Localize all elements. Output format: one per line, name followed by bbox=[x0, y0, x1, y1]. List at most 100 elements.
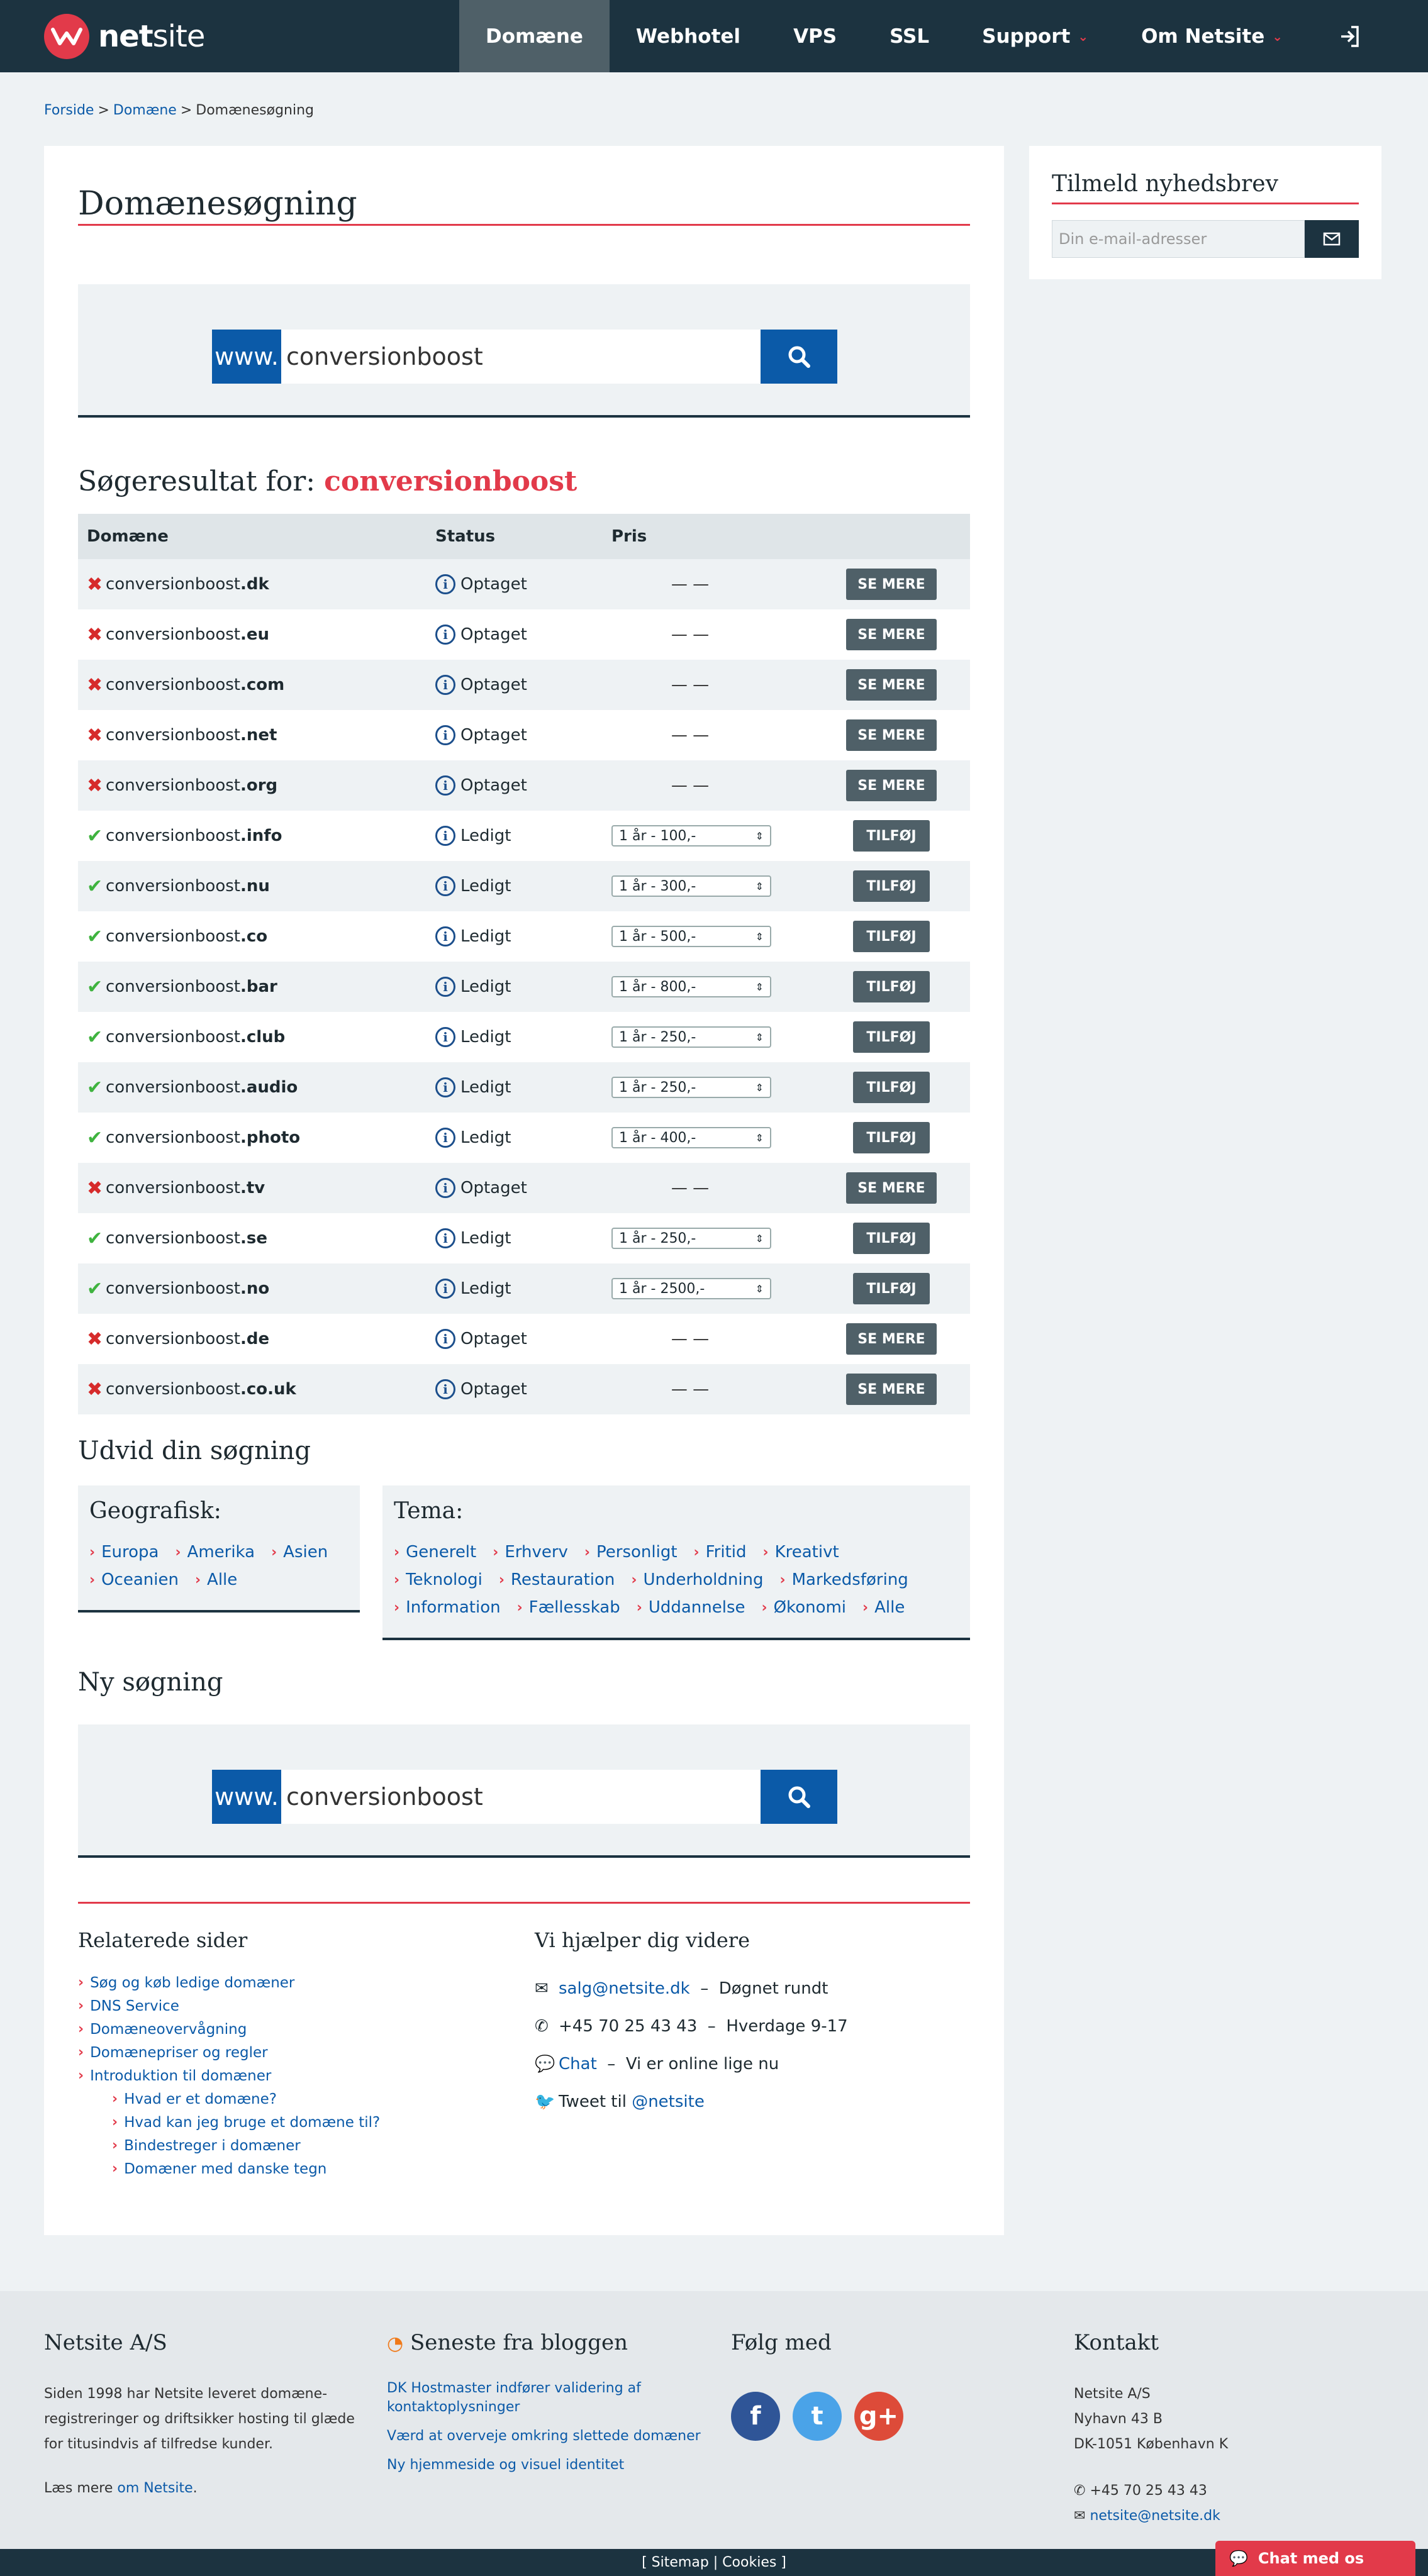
related-link-label[interactable]: Søg og køb ledige domæner bbox=[90, 1975, 294, 1991]
help-email-link[interactable]: salg@netsite.dk bbox=[559, 1979, 690, 1998]
see-more-button[interactable]: SE MERE bbox=[846, 719, 937, 751]
related-link[interactable]: › Domænepriser og regler bbox=[78, 2041, 380, 2064]
geo-link-label[interactable]: Europa bbox=[101, 1543, 159, 1562]
logo[interactable]: netsite bbox=[44, 14, 205, 59]
nav-webhotel[interactable]: Webhotel bbox=[610, 0, 767, 72]
tema-link-label[interactable]: Erhverv bbox=[505, 1543, 568, 1562]
related-link[interactable]: › Domæner med danske tegn bbox=[78, 2157, 380, 2180]
see-more-button[interactable]: SE MERE bbox=[846, 1323, 937, 1355]
geo-link[interactable]: › Europa bbox=[89, 1538, 159, 1566]
related-link[interactable]: › Søg og køb ledige domæner bbox=[78, 1971, 380, 1994]
nav-ssl[interactable]: SSL bbox=[863, 0, 956, 72]
price-select[interactable]: 1 år - 400,- ⇕ bbox=[611, 1127, 771, 1148]
price-select[interactable]: 1 år - 500,- ⇕ bbox=[611, 926, 771, 947]
tema-link-label[interactable]: Generelt bbox=[406, 1543, 476, 1562]
tema-link[interactable]: › Alle bbox=[862, 1594, 905, 1621]
add-button[interactable]: TILFØJ bbox=[853, 1273, 930, 1304]
info-icon[interactable]: i bbox=[435, 1128, 455, 1148]
info-icon[interactable]: i bbox=[435, 1279, 455, 1299]
info-icon[interactable]: i bbox=[435, 1329, 455, 1349]
add-button[interactable]: TILFØJ bbox=[853, 1223, 930, 1254]
info-icon[interactable]: i bbox=[435, 826, 455, 846]
newsletter-submit-button[interactable] bbox=[1305, 220, 1359, 258]
add-button[interactable]: TILFØJ bbox=[853, 1122, 930, 1153]
tema-link-label[interactable]: Fritid bbox=[706, 1543, 747, 1562]
newsletter-email-input[interactable]: Din e-mail-adresser bbox=[1052, 220, 1305, 258]
geo-link[interactable]: › Amerika bbox=[175, 1538, 255, 1566]
tema-link[interactable]: › Fritid bbox=[694, 1538, 747, 1566]
search-button[interactable] bbox=[761, 330, 837, 384]
nav-support[interactable]: Support ⌄ bbox=[956, 0, 1115, 72]
add-button[interactable]: TILFØJ bbox=[853, 971, 930, 1002]
domain-search-input[interactable] bbox=[281, 330, 761, 384]
tema-link-label[interactable]: Teknologi bbox=[406, 1570, 483, 1589]
new-search-button[interactable] bbox=[761, 1770, 837, 1824]
info-icon[interactable]: i bbox=[435, 926, 455, 947]
info-icon[interactable]: i bbox=[435, 1178, 455, 1198]
price-select[interactable]: 1 år - 100,- ⇕ bbox=[611, 825, 771, 847]
price-select[interactable]: 1 år - 250,- ⇕ bbox=[611, 1026, 771, 1048]
tema-link-label[interactable]: Kreativt bbox=[775, 1543, 839, 1562]
geo-link-label[interactable]: Alle bbox=[207, 1570, 237, 1589]
twitter-icon[interactable]: t bbox=[793, 2392, 842, 2441]
add-button[interactable]: TILFØJ bbox=[853, 820, 930, 852]
add-button[interactable]: TILFØJ bbox=[853, 921, 930, 952]
see-more-button[interactable]: SE MERE bbox=[846, 770, 937, 801]
tema-link[interactable]: › Restauration bbox=[499, 1566, 615, 1594]
blog-post-link[interactable]: Værd at overveje omkring slettede domæne… bbox=[387, 2427, 714, 2446]
related-link[interactable]: › Bindestreger i domæner bbox=[78, 2134, 380, 2157]
info-icon[interactable]: i bbox=[435, 1228, 455, 1248]
tema-link-label[interactable]: Alle bbox=[874, 1598, 905, 1617]
tema-link[interactable]: › Økonomi bbox=[762, 1594, 847, 1621]
add-button[interactable]: TILFØJ bbox=[853, 1021, 930, 1053]
info-icon[interactable]: i bbox=[435, 625, 455, 645]
related-link-label[interactable]: Domænepriser og regler bbox=[90, 2045, 268, 2061]
tema-link-label[interactable]: Økonomi bbox=[774, 1598, 846, 1617]
tema-link-label[interactable]: Fællesskab bbox=[529, 1598, 620, 1617]
google-plus-icon[interactable]: g+ bbox=[854, 2392, 903, 2441]
info-icon[interactable]: i bbox=[435, 1027, 455, 1047]
add-button[interactable]: TILFØJ bbox=[853, 1072, 930, 1103]
related-link-label[interactable]: Domæner med danske tegn bbox=[124, 2161, 326, 2177]
sitemap-cookies-links[interactable]: [ Sitemap | Cookies ] bbox=[642, 2555, 786, 2570]
geo-link-label[interactable]: Amerika bbox=[187, 1543, 255, 1562]
tema-link[interactable]: › Underholdning bbox=[631, 1566, 763, 1594]
blog-post-link[interactable]: Ny hjemmeside og visuel identitet bbox=[387, 2456, 714, 2475]
see-more-button[interactable]: SE MERE bbox=[846, 1374, 937, 1405]
related-link[interactable]: › Introduktion til domæner bbox=[78, 2064, 380, 2087]
see-more-button[interactable]: SE MERE bbox=[846, 1172, 937, 1204]
related-link-label[interactable]: DNS Service bbox=[90, 1998, 179, 2014]
footer-about-link[interactable]: om Netsite bbox=[117, 2480, 192, 2496]
related-link[interactable]: › Hvad kan jeg bruge et domæne til? bbox=[78, 2111, 380, 2134]
info-icon[interactable]: i bbox=[435, 574, 455, 594]
nav-domaene[interactable]: Domæne bbox=[459, 0, 610, 72]
price-select[interactable]: 1 år - 250,- ⇕ bbox=[611, 1228, 771, 1249]
info-icon[interactable]: i bbox=[435, 1379, 455, 1399]
price-select[interactable]: 1 år - 250,- ⇕ bbox=[611, 1077, 771, 1098]
blog-post-link[interactable]: DK Hostmaster indfører validering af kon… bbox=[387, 2379, 714, 2417]
geo-link[interactable]: › Asien bbox=[271, 1538, 328, 1566]
tema-link-label[interactable]: Information bbox=[406, 1598, 501, 1617]
tema-link[interactable]: › Kreativt bbox=[763, 1538, 839, 1566]
info-icon[interactable]: i bbox=[435, 675, 455, 695]
tema-link[interactable]: › Fællesskab bbox=[517, 1594, 620, 1621]
sign-in-icon[interactable] bbox=[1334, 21, 1365, 52]
info-icon[interactable]: i bbox=[435, 1077, 455, 1097]
related-link-label[interactable]: Hvad er et domæne? bbox=[124, 2091, 277, 2107]
tema-link-label[interactable]: Uddannelse bbox=[649, 1598, 745, 1617]
see-more-button[interactable]: SE MERE bbox=[846, 669, 937, 701]
breadcrumb-link-forside[interactable]: Forside bbox=[44, 103, 94, 118]
info-icon[interactable]: i bbox=[435, 876, 455, 896]
tema-link-label[interactable]: Markedsføring bbox=[792, 1570, 908, 1589]
breadcrumb-link-domaene[interactable]: Domæne bbox=[113, 103, 177, 118]
related-link-label[interactable]: Bindestreger i domæner bbox=[124, 2138, 301, 2154]
tema-link[interactable]: › Information bbox=[394, 1594, 501, 1621]
info-icon[interactable]: i bbox=[435, 977, 455, 997]
tema-link[interactable]: › Markedsføring bbox=[780, 1566, 908, 1594]
contact-email-link[interactable]: netsite@netsite.dk bbox=[1090, 2508, 1220, 2524]
related-link-label[interactable]: Domæneovervågning bbox=[90, 2021, 247, 2038]
facebook-icon[interactable]: f bbox=[731, 2392, 780, 2441]
related-link[interactable]: › DNS Service bbox=[78, 1994, 380, 2018]
price-select[interactable]: 1 år - 300,- ⇕ bbox=[611, 875, 771, 897]
tema-link[interactable]: › Uddannelse bbox=[637, 1594, 745, 1621]
